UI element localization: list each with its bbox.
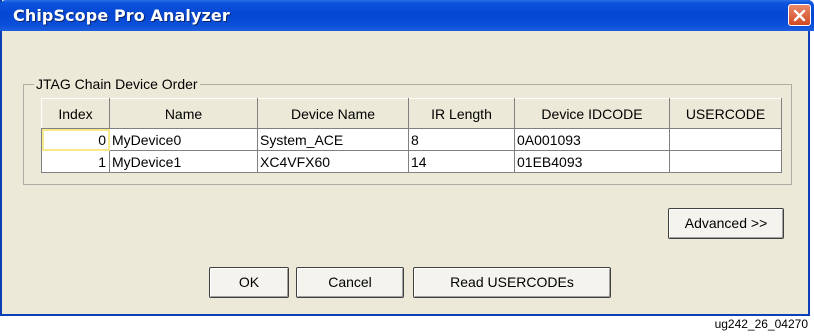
cell-device-idcode[interactable]: 01EB4093 [514,150,670,173]
cell-device-idcode[interactable]: 0A001093 [514,128,670,151]
cell-usercode[interactable] [669,128,782,151]
cell-usercode[interactable] [669,150,782,173]
col-header-index[interactable]: Index [41,98,110,129]
cancel-button[interactable]: Cancel [296,267,404,298]
table-row[interactable]: 0 MyDevice0 System_ACE 8 0A001093 [41,128,782,151]
col-header-ir-length[interactable]: IR Length [408,98,515,129]
cell-device-name[interactable]: System_ACE [257,128,409,151]
cell-index[interactable]: 1 [41,150,110,173]
table-header-row: Index Name Device Name IR Length Device … [41,98,782,129]
table-row[interactable]: 1 MyDevice1 XC4VFX60 14 01EB4093 [41,150,782,173]
col-header-device-name[interactable]: Device Name [257,98,409,129]
dialog-window: ChipScope Pro Analyzer JTAG Chain Device… [0,0,814,316]
read-usercodes-button[interactable]: Read USERCODEs [413,267,611,298]
col-header-device-idcode[interactable]: Device IDCODE [514,98,670,129]
col-header-name[interactable]: Name [109,98,258,129]
figure-id: ug242_26_04270 [714,317,808,331]
title-bar[interactable]: ChipScope Pro Analyzer [0,0,814,31]
cell-device-name[interactable]: XC4VFX60 [257,150,409,173]
close-icon [793,9,806,22]
group-label: JTAG Chain Device Order [36,76,198,92]
window-title: ChipScope Pro Analyzer [13,6,230,25]
ok-button[interactable]: OK [209,267,289,298]
cell-ir-length[interactable]: 14 [408,150,515,173]
advanced-button[interactable]: Advanced >> [668,208,784,239]
cell-name[interactable]: MyDevice0 [109,128,258,151]
cell-index[interactable]: 0 [41,128,110,151]
cell-name[interactable]: MyDevice1 [109,150,258,173]
close-button[interactable] [788,4,811,26]
device-table: Index Name Device Name IR Length Device … [41,98,782,173]
cell-ir-length[interactable]: 8 [408,128,515,151]
col-header-usercode[interactable]: USERCODE [669,98,782,129]
